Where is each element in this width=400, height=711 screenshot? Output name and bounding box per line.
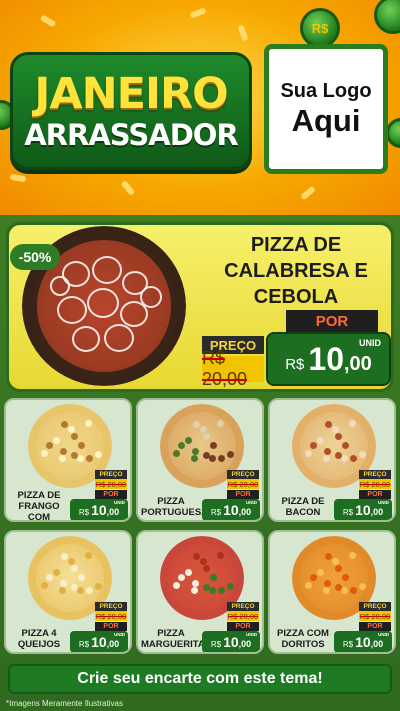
- new-price-tag: UNID R$ 10 ,00: [334, 631, 392, 652]
- price-label: PREÇO: [95, 602, 127, 611]
- product-name: PIZZA DE BACON: [281, 496, 325, 518]
- price-cents: ,00: [106, 507, 120, 517]
- product-name: PIZZA COM DORITOS: [277, 628, 329, 650]
- confetti-decoration: [39, 14, 57, 28]
- new-price-tag: UNID R$ 10 ,00: [266, 332, 391, 386]
- price-integer: 10: [91, 502, 107, 518]
- price-label: PREÇO: [95, 470, 127, 479]
- unit-label: UNID: [246, 500, 257, 505]
- old-price: R$ 20,00: [227, 611, 259, 621]
- confetti-decoration: [9, 173, 27, 183]
- price-label: PREÇO: [227, 602, 259, 611]
- price-integer: 10: [355, 502, 371, 518]
- new-price-tag: UNID R$ 10 ,00: [70, 499, 128, 520]
- price-cents: ,00: [343, 352, 372, 375]
- unit-label: UNID: [378, 632, 389, 637]
- por-label: POR: [359, 490, 391, 499]
- price-integer: 10: [223, 634, 239, 650]
- old-price: R$ 20,00: [202, 348, 264, 389]
- new-price-tag: UNID R$ 10 ,00: [202, 631, 260, 652]
- new-price-tag: UNID R$ 10 ,00: [70, 631, 128, 652]
- old-price: R$ 20,00: [359, 479, 391, 489]
- confetti-decoration: [120, 179, 136, 197]
- por-label: POR: [95, 622, 127, 631]
- confetti-decoration: [299, 185, 317, 201]
- product-name: PIZZA 4 QUEIJOS: [17, 628, 61, 650]
- coin-icon: [374, 0, 400, 34]
- product-card: PIZZA PORTUGUESA PREÇO R$ 20,00 POR UNID…: [136, 398, 264, 522]
- product-card: PIZZA 4 QUEIJOS PREÇO R$ 20,00 POR UNID …: [4, 530, 132, 654]
- header-banner: R$ JANEIRO ARRASSADOR Sua Logo Aqui: [0, 0, 400, 215]
- currency-symbol: R$: [342, 639, 354, 649]
- logo-line-2: Aqui: [291, 103, 361, 138]
- confetti-decoration: [237, 24, 249, 42]
- confetti-decoration: [189, 7, 207, 19]
- price-integer: 10: [308, 340, 344, 377]
- old-price: R$ 20,00: [359, 611, 391, 621]
- price-integer: 10: [355, 634, 371, 650]
- logo-placeholder: Sua Logo Aqui: [264, 44, 388, 174]
- por-label: POR: [227, 490, 259, 499]
- featured-product-name: PIZZA DE CALABRESA E CEBOLA: [224, 234, 368, 308]
- price-cents: ,00: [106, 639, 120, 649]
- product-card: PIZZA DE BACON PREÇO R$ 20,00 POR UNID R…: [268, 398, 396, 522]
- new-price-tag: UNID R$ 10 ,00: [202, 499, 260, 520]
- title-line-2: ARRASSADOR: [24, 118, 239, 152]
- price-cents: ,00: [238, 507, 252, 517]
- coin-icon: R$: [300, 8, 340, 48]
- create-flyer-cta[interactable]: Crie seu encarte com este tema!: [8, 664, 392, 694]
- old-price: R$ 20,00: [95, 611, 127, 621]
- new-price-tag: UNID R$ 10 ,00: [334, 499, 392, 520]
- product-card: PIZZA DE FRANGO COM CATUPIRY PREÇO R$ 20…: [4, 398, 132, 522]
- por-label: POR: [227, 622, 259, 631]
- unit-label: UNID: [114, 500, 125, 505]
- campaign-title: JANEIRO ARRASSADOR: [10, 52, 252, 170]
- currency-symbol: R$: [285, 355, 305, 373]
- currency-symbol: R$: [78, 639, 90, 649]
- por-label: POR: [359, 622, 391, 631]
- unit-label: UNID: [246, 632, 257, 637]
- price-label: PREÇO: [227, 470, 259, 479]
- currency-symbol: R$: [78, 507, 90, 517]
- product-name: PIZZA MARGUERITA: [141, 628, 205, 650]
- price-integer: 10: [223, 502, 239, 518]
- title-line-1: JANEIRO: [34, 69, 228, 119]
- price-label: PREÇO: [359, 602, 391, 611]
- old-price: R$ 20,00: [227, 479, 259, 489]
- product-name: PIZZA DE FRANGO COM CATUPIRY: [17, 490, 61, 522]
- currency-symbol: R$: [210, 507, 222, 517]
- coin-icon: [386, 118, 400, 148]
- old-price: R$ 20,00: [95, 479, 127, 489]
- price-cents: ,00: [238, 639, 252, 649]
- product-card: PIZZA MARGUERITA PREÇO R$ 20,00 POR UNID…: [136, 530, 264, 654]
- por-label: POR: [286, 310, 378, 332]
- price-integer: 10: [91, 634, 107, 650]
- discount-badge: -50%: [10, 244, 60, 270]
- price-label: PREÇO: [359, 470, 391, 479]
- price-cents: ,00: [370, 507, 384, 517]
- disclaimer-text: *Imagens Meramente Ilustrativas: [6, 699, 123, 708]
- price-cents: ,00: [370, 639, 384, 649]
- currency-symbol: R$: [342, 507, 354, 517]
- unit-label: UNID: [378, 500, 389, 505]
- flyer-page: R$ JANEIRO ARRASSADOR Sua Logo Aqui -50%…: [0, 0, 400, 711]
- product-card: PIZZA COM DORITOS PREÇO R$ 20,00 POR UNI…: [268, 530, 396, 654]
- logo-line-1: Sua Logo: [280, 80, 372, 102]
- por-label: POR: [95, 490, 127, 499]
- product-name: PIZZA PORTUGUESA: [141, 496, 209, 518]
- currency-symbol: R$: [210, 639, 222, 649]
- unit-label: UNID: [114, 632, 125, 637]
- unit-label: UNID: [359, 338, 381, 348]
